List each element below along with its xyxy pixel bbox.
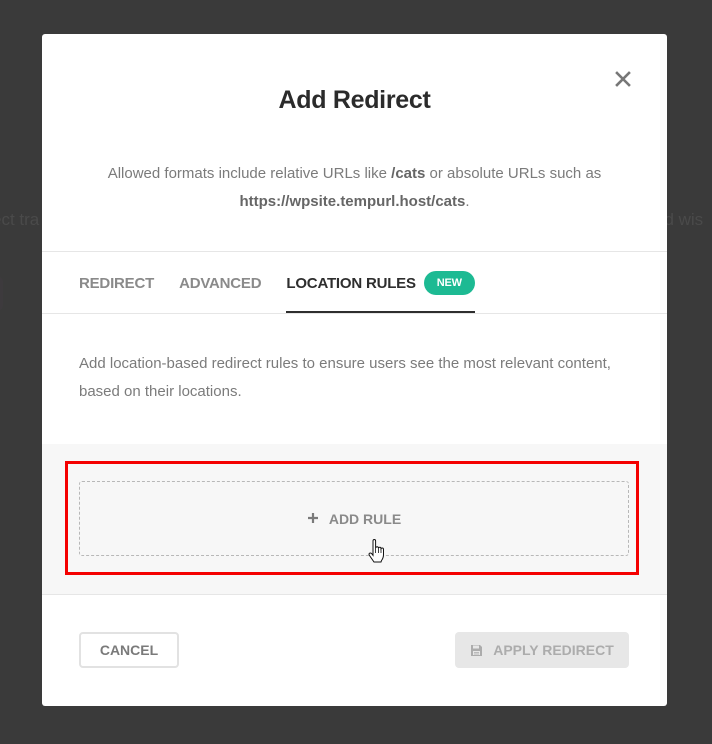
add-rule-label: ADD RULE — [328, 510, 402, 527]
background-text-left: ect tra — [0, 210, 40, 229]
tab-bar: REDIRECT ADVANCED LOCATION RULES NEW — [79, 252, 500, 314]
hand-cursor-icon — [368, 539, 384, 563]
divider — [42, 594, 667, 595]
apply-redirect-label: APPLY REDIRECT — [493, 642, 614, 658]
description-text: or absolute URLs such as — [425, 165, 602, 182]
description-text: Allowed formats include relative URLs li… — [107, 165, 392, 182]
modal-title: Add Redirect — [278, 86, 431, 114]
relative-url-example: /cats — [391, 165, 426, 182]
absolute-url-example: https://wpsite.tempurl.host/cats — [239, 193, 466, 210]
tab-label: REDIRECT — [79, 274, 155, 292]
rules-area: ADD RULE — [42, 444, 667, 594]
new-badge: NEW — [423, 271, 475, 295]
add-rule-button[interactable]: ADD RULE — [79, 481, 629, 556]
save-icon — [471, 644, 483, 656]
description-text: . — [465, 193, 470, 210]
tab-label: ADVANCED — [179, 274, 262, 292]
divider — [42, 313, 667, 314]
apply-redirect-button[interactable]: APPLY REDIRECT — [455, 632, 629, 668]
location-rules-info: Add location-based redirect rules to ens… — [79, 355, 611, 400]
cancel-button[interactable]: CANCEL — [79, 632, 179, 668]
modal-description: Allowed formats include relative URLs li… — [82, 160, 627, 216]
tab-location-rules[interactable]: LOCATION RULES NEW — [286, 252, 475, 314]
tab-label: LOCATION RULES — [286, 274, 416, 292]
background-button — [0, 277, 3, 310]
add-redirect-modal: Add Redirect Allowed formats include rel… — [42, 34, 667, 706]
plus-icon — [307, 508, 319, 529]
tab-redirect[interactable]: REDIRECT — [79, 252, 154, 314]
tab-advanced[interactable]: ADVANCED — [179, 252, 261, 314]
